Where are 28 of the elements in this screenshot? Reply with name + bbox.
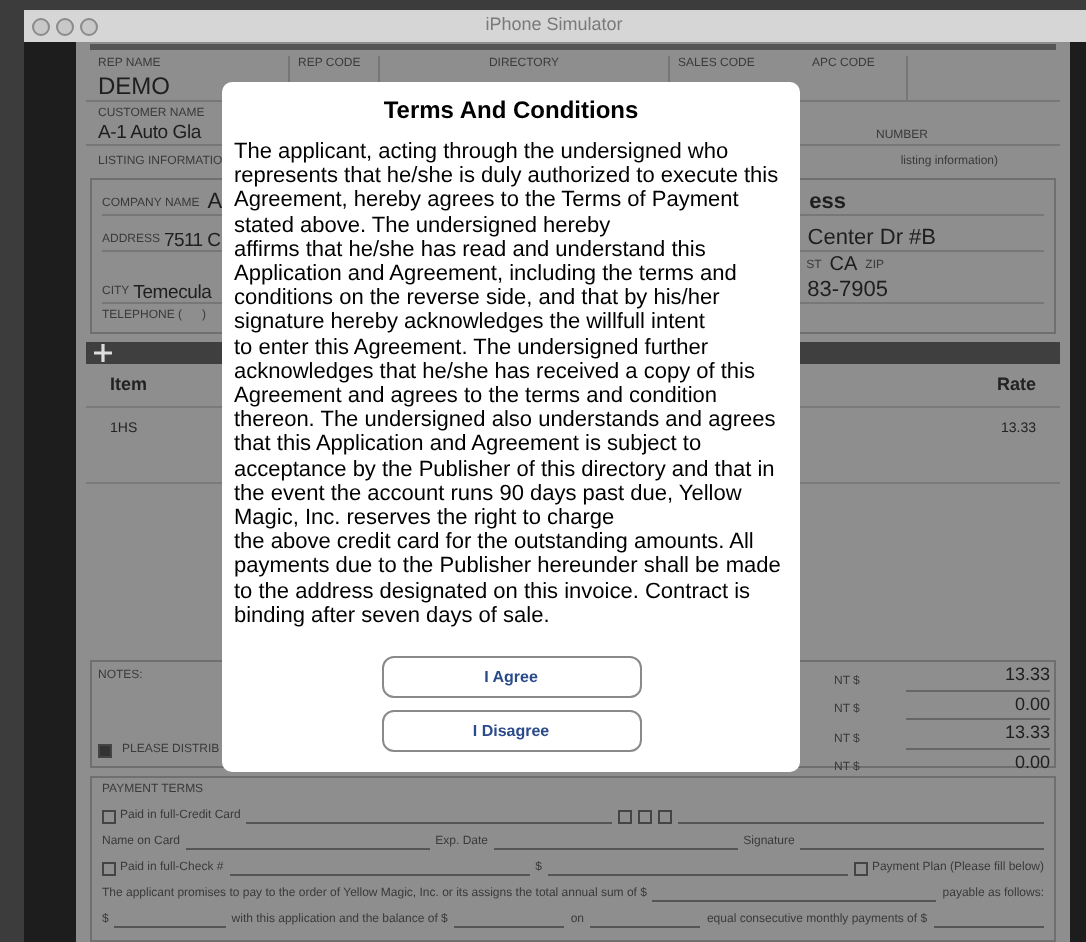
field-value: CA [829, 256, 858, 276]
field-value: A-1 Auto Gla [98, 124, 204, 143]
checkbox[interactable] [658, 810, 673, 824]
field-value: DEMO [98, 74, 172, 98]
checkbox[interactable] [102, 862, 116, 876]
field-value: Center Dr #B [807, 228, 938, 250]
total-amount: 0.00 [906, 691, 1050, 720]
total-amount: 0.00 [906, 749, 1050, 778]
dialog-button[interactable]: I Agree [381, 656, 641, 699]
field-value: 83-7905 [807, 280, 890, 302]
column-header: Rate [996, 371, 1036, 398]
checkbox[interactable] [853, 862, 868, 876]
column-header: Item [110, 371, 148, 398]
terms-text: The applicant, acting through the undersigned who represents that he/she is duly authorized to execute this Agreement, hereby agrees to the Terms of Payment stated above. The undersigned hereby affirms that he/she has read and understand this Application and Agreement, including the terms and conditions on the reverse side, and that by his/her signature hereby acknowledges the willfull intent to enter this Agreement. The undersigned further acknowledges that he/she has received a copy of this Agreement and agrees to the terms and condition thereon. The undersigned also understands and agrees that this Application and Agreement is subject to acceptance by the Publisher of this directory and that in the event the account runs 90 days past due, Yellow Magic, Inc. reserves the right to charge the above credit card for the outstanding amounts. All payments due to the Publisher hereunder shall be made to the address designated on this invoice. Contract is binding after seven days of sale. [234, 140, 783, 629]
checkbox[interactable] [98, 744, 112, 758]
checkbox[interactable] [102, 810, 116, 824]
total-amount: 13.33 [906, 662, 1050, 691]
plus-icon[interactable] [94, 344, 112, 362]
total-amount: 13.33 [906, 720, 1050, 749]
field-value: 7511 C [164, 231, 221, 250]
window-title: iPhone Simulator [483, 12, 625, 39]
field-value: A [207, 192, 223, 214]
field-value: ess [809, 192, 848, 214]
checkbox[interactable] [638, 810, 653, 824]
dialog-title: Terms And Conditions [381, 94, 641, 128]
dialog-button[interactable]: I Disagree [381, 710, 641, 753]
checkbox[interactable] [618, 810, 633, 824]
field-value: Temecula [133, 283, 212, 302]
